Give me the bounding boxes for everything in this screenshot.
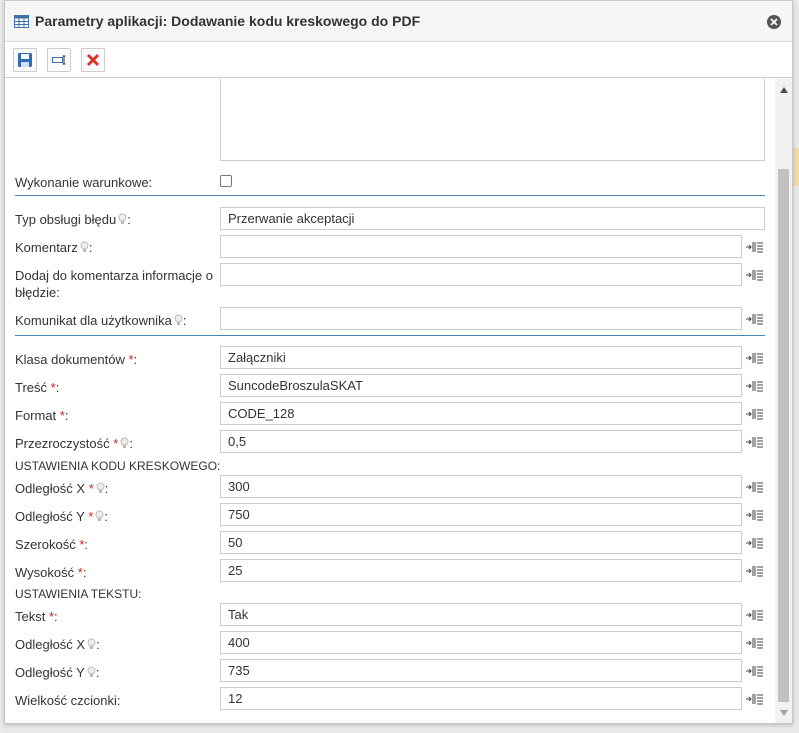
- lightbulb-icon: [87, 666, 96, 677]
- comment-label: Komentarz:: [15, 240, 93, 255]
- scroll-down-button[interactable]: [775, 704, 792, 721]
- add-error-info-label: Dodaj do komentarza informacje o błędzie:: [15, 268, 213, 300]
- text-input[interactable]: Tak: [220, 603, 742, 626]
- barcode-y-input[interactable]: 750: [220, 503, 742, 526]
- add-variable-button[interactable]: [744, 663, 766, 679]
- text-y-input[interactable]: 735: [220, 659, 742, 682]
- add-variable-icon: [746, 482, 763, 493]
- conditional-checkbox[interactable]: [220, 175, 232, 187]
- add-variable-icon: [746, 666, 763, 677]
- error-type-select[interactable]: Przerwanie akceptacji: [220, 207, 765, 230]
- add-variable-icon: [746, 638, 763, 649]
- doc-class-input[interactable]: Załączniki: [220, 346, 742, 369]
- vertical-scrollbar[interactable]: [775, 79, 792, 723]
- user-message-input[interactable]: [220, 307, 742, 330]
- add-variable-icon: [746, 242, 763, 253]
- add-variable-button[interactable]: [744, 507, 766, 523]
- add-variable-icon: [746, 314, 763, 325]
- add-variable-icon: [746, 270, 763, 281]
- error-type-label: Typ obsługi błędu:: [15, 212, 131, 227]
- delete-icon: [86, 53, 100, 66]
- content-input[interactable]: SuncodeBroszulaSKAT: [220, 374, 742, 397]
- text-field-icon: [52, 55, 66, 64]
- form-content: Wykonanie warunkowe: Typ obsługi błędu: …: [5, 79, 775, 723]
- barcode-y-label: Odległość Y *:: [15, 509, 108, 524]
- user-message-label: Komunikat dla użytkownika:: [15, 313, 187, 328]
- add-variable-icon: [746, 510, 763, 521]
- add-variable-icon: [746, 353, 763, 364]
- scroll-up-button[interactable]: [775, 81, 792, 98]
- scrollbar-thumb[interactable]: [778, 169, 789, 702]
- add-variable-icon: [746, 409, 763, 420]
- barcode-x-input[interactable]: 300: [220, 475, 742, 498]
- text-x-label: Odległość X:: [15, 637, 100, 652]
- background-highlight: [792, 148, 799, 186]
- lightbulb-icon: [118, 213, 127, 224]
- add-variable-icon: [746, 381, 763, 392]
- lightbulb-icon: [120, 437, 129, 448]
- add-variable-icon: [746, 566, 763, 577]
- table-icon: [14, 14, 29, 28]
- lightbulb-icon: [96, 482, 105, 493]
- add-variable-icon: [746, 538, 763, 549]
- add-variable-button[interactable]: [744, 434, 766, 450]
- text-label: Tekst *:: [15, 609, 58, 624]
- text-x-input[interactable]: 400: [220, 631, 742, 654]
- text-y-label: Odległość Y:: [15, 665, 100, 680]
- lightbulb-icon: [87, 638, 96, 649]
- save-button[interactable]: [13, 47, 37, 72]
- content-label: Treść *:: [15, 380, 60, 395]
- toolbar: [5, 42, 792, 78]
- font-size-label: Wielkość czcionki:: [15, 693, 121, 708]
- format-label: Format *:: [15, 408, 69, 423]
- add-variable-button[interactable]: [744, 635, 766, 651]
- dialog-title: Parametry aplikacji: Dodawanie kodu kres…: [35, 13, 421, 29]
- separator: [15, 335, 765, 336]
- format-input[interactable]: CODE_128: [220, 402, 742, 425]
- add-variable-button[interactable]: [744, 607, 766, 623]
- transparency-label: Przezroczystość *:: [15, 436, 133, 451]
- close-button[interactable]: [767, 15, 781, 29]
- textarea-field[interactable]: [220, 79, 765, 161]
- conditional-label: Wykonanie warunkowe:: [15, 175, 153, 190]
- dialog-window: Parametry aplikacji: Dodawanie kodu kres…: [4, 0, 793, 724]
- add-variable-button[interactable]: [744, 350, 766, 366]
- barcode-x-label: Odległość X *:: [15, 481, 109, 496]
- separator: [15, 195, 765, 196]
- lightbulb-icon: [95, 510, 104, 521]
- delete-button[interactable]: [81, 47, 105, 72]
- barcode-width-label: Szerokość *:: [15, 537, 89, 552]
- lightbulb-icon: [174, 314, 183, 325]
- transparency-input[interactable]: 0,5: [220, 430, 742, 453]
- close-icon: [770, 18, 778, 26]
- add-variable-button[interactable]: [744, 563, 766, 579]
- add-variable-button[interactable]: [744, 239, 766, 255]
- rename-button[interactable]: [47, 47, 71, 72]
- arrow-down-icon: [779, 709, 788, 716]
- doc-class-label: Klasa dokumentów *:: [15, 352, 138, 367]
- add-variable-icon: [746, 610, 763, 621]
- font-size-input[interactable]: 12: [220, 687, 742, 710]
- add-variable-button[interactable]: [744, 311, 766, 327]
- barcode-height-input[interactable]: 25: [220, 559, 742, 582]
- lightbulb-icon: [80, 241, 89, 252]
- add-variable-button[interactable]: [744, 479, 766, 495]
- add-variable-icon: [746, 694, 763, 705]
- add-variable-button[interactable]: [744, 535, 766, 551]
- add-variable-button[interactable]: [744, 267, 766, 283]
- add-variable-button[interactable]: [744, 406, 766, 422]
- add-error-info-input[interactable]: [220, 263, 742, 286]
- background-right: [793, 0, 799, 733]
- barcode-settings-heading: USTAWIENIA KODU KRESKOWEGO:: [15, 459, 221, 473]
- add-variable-icon: [746, 437, 763, 448]
- add-variable-button[interactable]: [744, 691, 766, 707]
- dialog-titlebar: Parametry aplikacji: Dodawanie kodu kres…: [5, 1, 792, 42]
- arrow-up-icon: [779, 86, 788, 93]
- text-settings-heading: USTAWIENIA TEKSTU:: [15, 587, 142, 601]
- barcode-height-label: Wysokość *:: [15, 565, 87, 580]
- add-variable-button[interactable]: [744, 378, 766, 394]
- save-icon: [18, 52, 32, 67]
- comment-input[interactable]: [220, 235, 742, 258]
- barcode-width-input[interactable]: 50: [220, 531, 742, 554]
